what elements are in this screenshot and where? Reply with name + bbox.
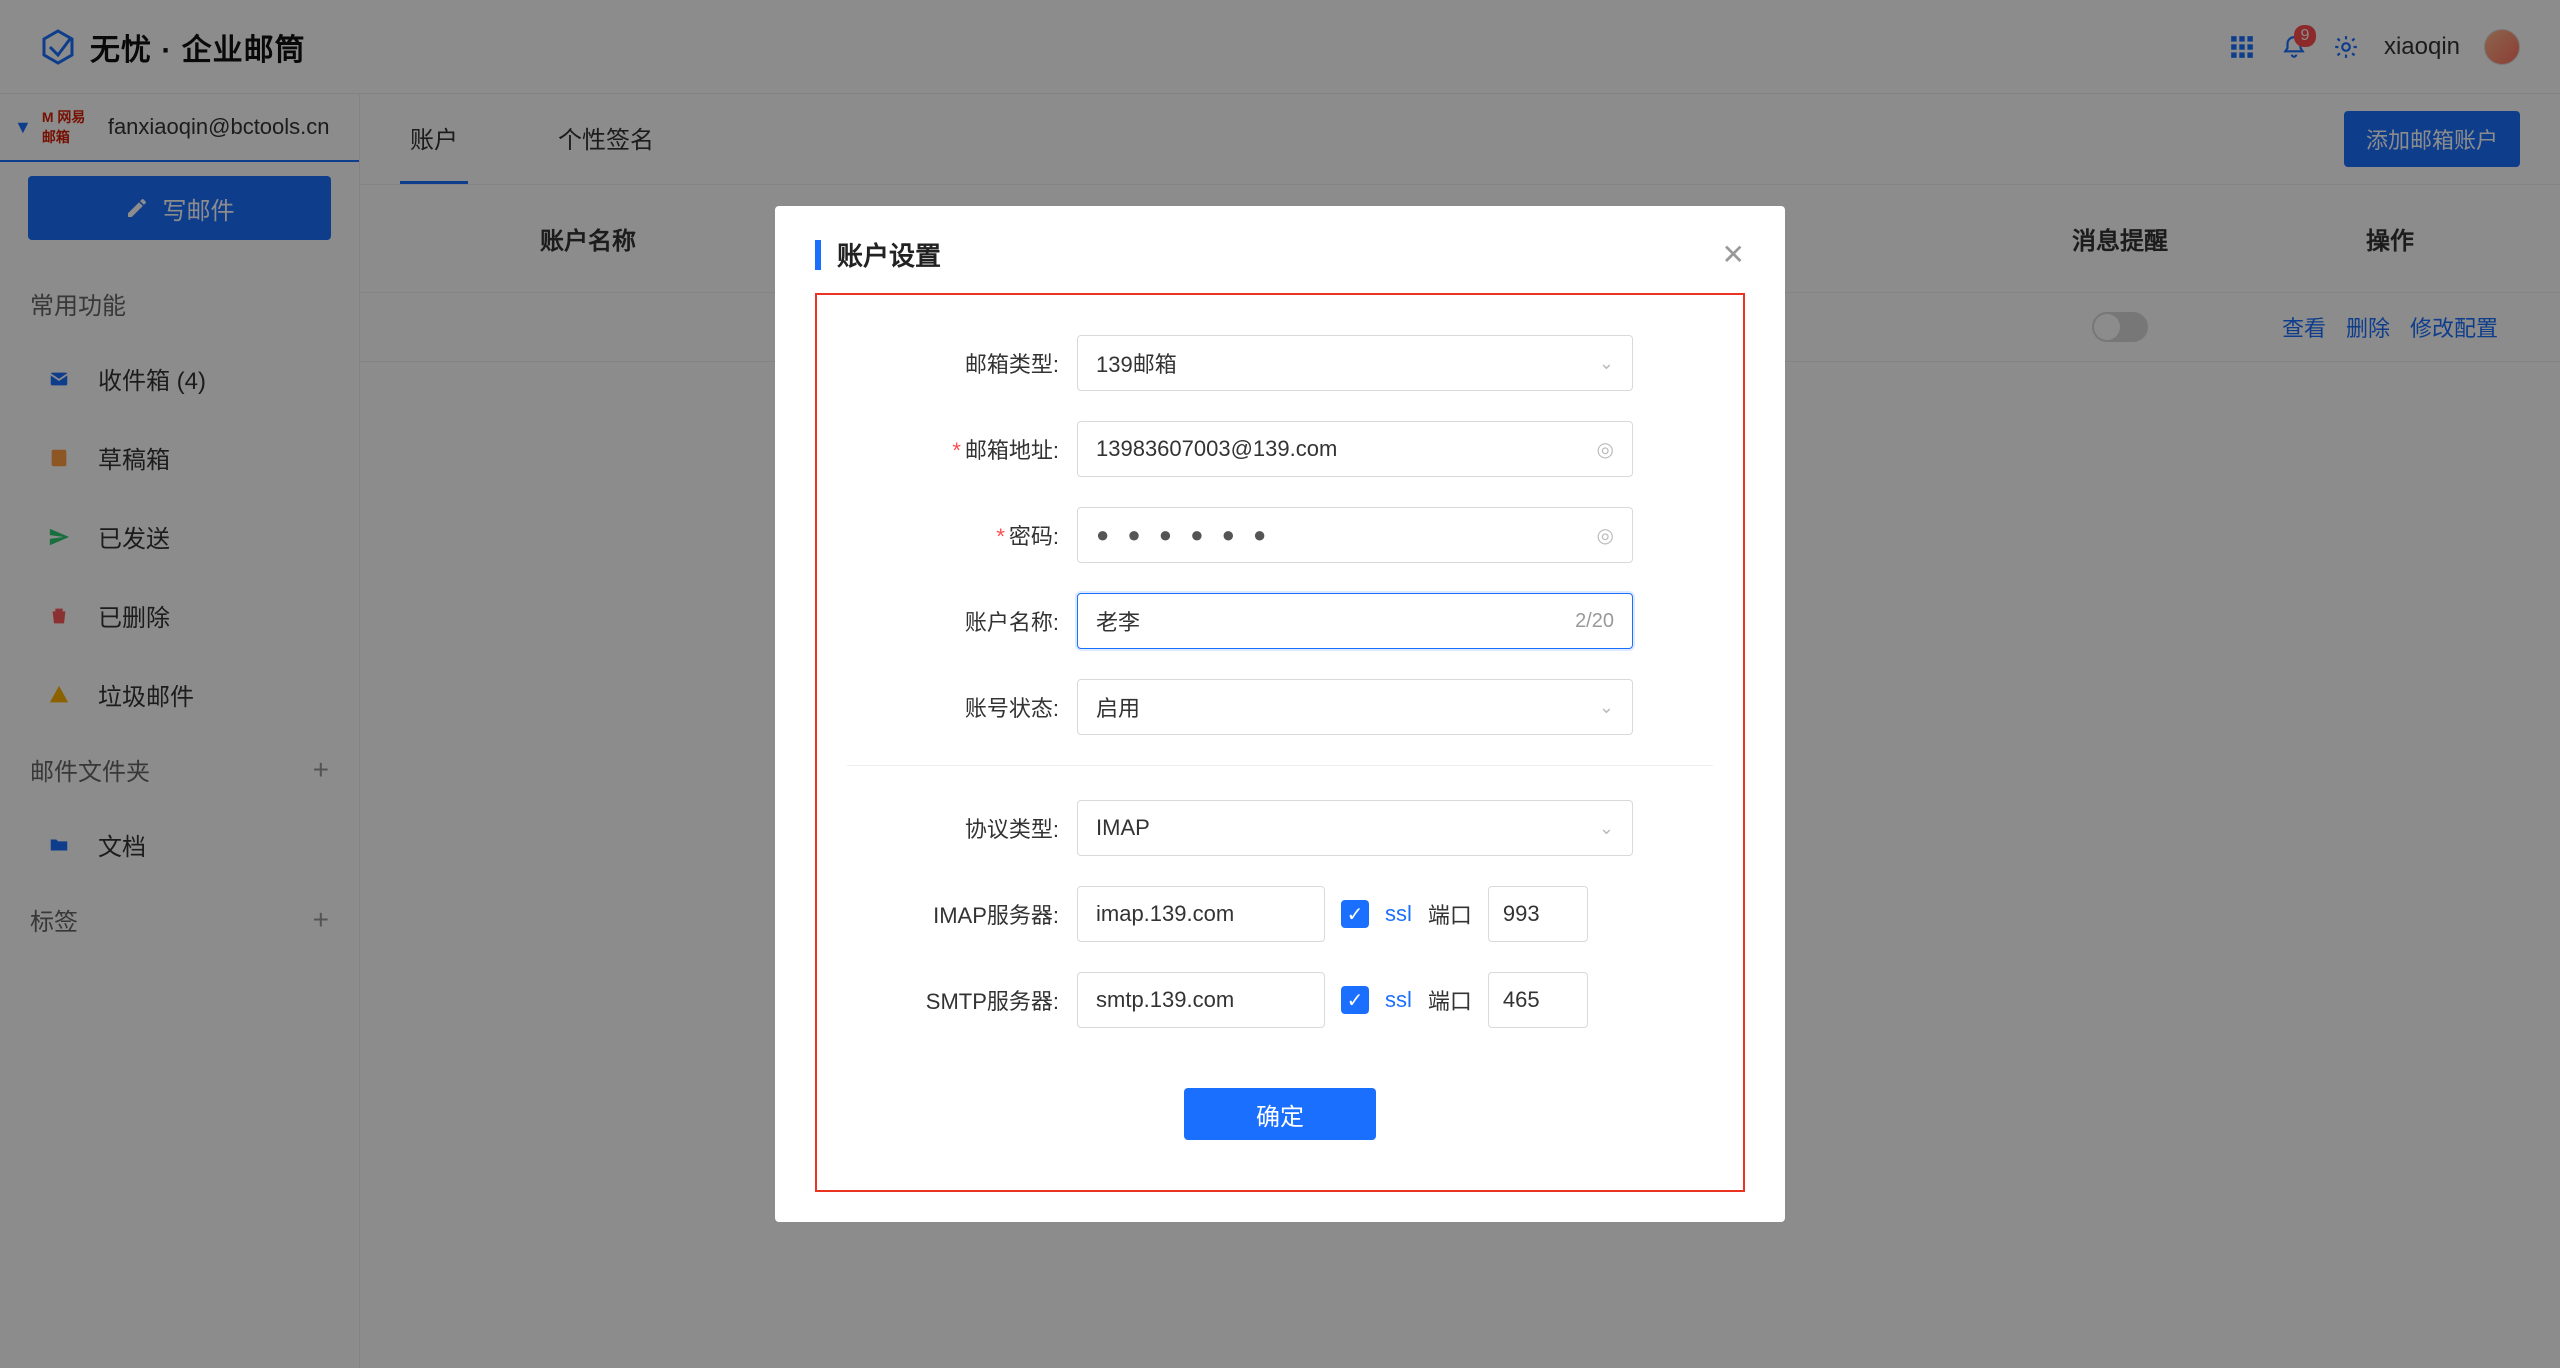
row-account-name: 账户名称: 老李 2/20 xyxy=(847,593,1713,649)
account-name-input[interactable]: 老李 2/20 xyxy=(1077,593,1633,649)
divider xyxy=(847,765,1713,766)
row-mail-addr: *邮箱地址: 13983607003@139.com ◎ xyxy=(847,421,1713,477)
mail-type-select[interactable]: 139邮箱 ⌄ xyxy=(1077,335,1633,391)
close-icon[interactable]: ✕ xyxy=(1722,238,1745,271)
ssl-label: ssl xyxy=(1385,901,1412,927)
char-counter: 2/20 xyxy=(1575,610,1614,633)
label-account-name: 账户名称: xyxy=(847,605,1077,637)
imap-port-input[interactable]: 993 xyxy=(1488,886,1588,942)
row-protocol: 协议类型: IMAP ⌄ xyxy=(847,800,1713,856)
row-smtp-server: SMTP服务器: smtp.139.com ✓ ssl 端口 465 xyxy=(847,972,1713,1028)
label-account-status: 账号状态: xyxy=(847,691,1077,723)
check-circle-icon: ◎ xyxy=(1597,437,1614,462)
imap-ssl-checkbox[interactable]: ✓ xyxy=(1341,900,1369,928)
label-protocol: 协议类型: xyxy=(847,812,1077,844)
confirm-button[interactable]: 确定 xyxy=(1184,1088,1376,1140)
modal-overlay[interactable]: 账户设置 ✕ 邮箱类型: 139邮箱 ⌄ *邮箱地址: 13983607003@… xyxy=(0,0,2560,1368)
label-smtp-server: SMTP服务器: xyxy=(847,984,1077,1016)
port-label: 端口 xyxy=(1428,898,1472,930)
row-password: *密码: ● ● ● ● ● ● ◎ xyxy=(847,507,1713,563)
account-status-select[interactable]: 启用 ⌄ xyxy=(1077,679,1633,735)
label-mail-type: 邮箱类型: xyxy=(847,347,1077,379)
imap-server-input[interactable]: imap.139.com xyxy=(1077,886,1325,942)
modal-title-accent xyxy=(815,240,821,270)
chevron-down-icon: ⌄ xyxy=(1599,353,1614,374)
label-password: *密码: xyxy=(847,519,1077,551)
modal-header: 账户设置 ✕ xyxy=(775,206,1785,293)
smtp-ssl-checkbox[interactable]: ✓ xyxy=(1341,986,1369,1014)
row-mail-type: 邮箱类型: 139邮箱 ⌄ xyxy=(847,335,1713,391)
label-imap-server: IMAP服务器: xyxy=(847,898,1077,930)
protocol-select[interactable]: IMAP ⌄ xyxy=(1077,800,1633,856)
label-mail-addr: *邮箱地址: xyxy=(847,433,1077,465)
row-imap-server: IMAP服务器: imap.139.com ✓ ssl 端口 993 xyxy=(847,886,1713,942)
password-input[interactable]: ● ● ● ● ● ● ◎ xyxy=(1077,507,1633,563)
port-label: 端口 xyxy=(1428,984,1472,1016)
check-circle-icon: ◎ xyxy=(1597,523,1614,548)
mail-address-input[interactable]: 13983607003@139.com ◎ xyxy=(1077,421,1633,477)
confirm-row: 确定 xyxy=(847,1088,1713,1140)
smtp-server-input[interactable]: smtp.139.com xyxy=(1077,972,1325,1028)
row-account-status: 账号状态: 启用 ⌄ xyxy=(847,679,1713,735)
modal-title: 账户设置 xyxy=(837,236,941,273)
ssl-label: ssl xyxy=(1385,987,1412,1013)
chevron-down-icon: ⌄ xyxy=(1599,697,1614,718)
smtp-port-input[interactable]: 465 xyxy=(1488,972,1588,1028)
chevron-down-icon: ⌄ xyxy=(1599,818,1614,839)
account-settings-modal: 账户设置 ✕ 邮箱类型: 139邮箱 ⌄ *邮箱地址: 13983607003@… xyxy=(775,206,1785,1222)
modal-body: 邮箱类型: 139邮箱 ⌄ *邮箱地址: 13983607003@139.com… xyxy=(815,293,1745,1192)
